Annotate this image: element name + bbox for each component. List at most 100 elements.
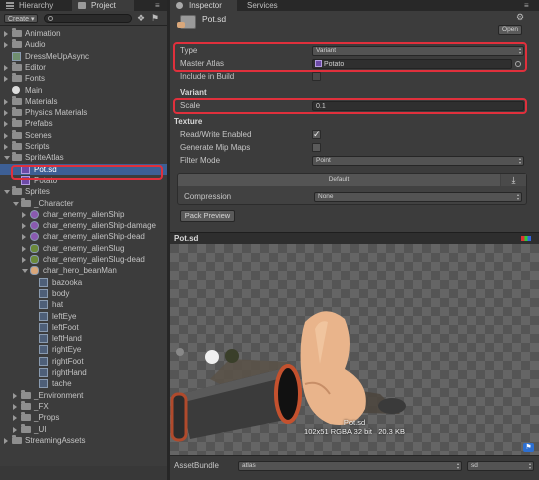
project-tree-item[interactable]: _Character	[0, 197, 167, 209]
project-tree-item[interactable]: _UI	[0, 423, 167, 435]
sprite-icon	[39, 277, 48, 287]
tree-item-label: SpriteAtlas	[25, 153, 64, 163]
project-tree-item[interactable]: _Props	[0, 412, 167, 423]
folder-icon	[12, 39, 22, 49]
tab-hierarchy-label: Hierarchy	[19, 1, 54, 10]
collapse-right-arrow-icon[interactable]	[22, 245, 26, 252]
project-tree-item[interactable]: leftEye	[0, 311, 167, 322]
project-tree-item[interactable]: Main	[0, 85, 167, 96]
project-tree-item[interactable]: hat	[0, 299, 167, 310]
collapse-right-arrow-icon[interactable]	[4, 132, 8, 139]
project-tree-item[interactable]: leftHand	[0, 333, 167, 344]
project-tree-item[interactable]: rightHand	[0, 367, 167, 378]
collapse-right-arrow-icon[interactable]	[4, 98, 8, 105]
project-tree-item[interactable]: _FX	[0, 400, 167, 412]
project-tree-item[interactable]: StreamingAssets	[0, 434, 167, 446]
collapse-right-arrow-icon[interactable]	[4, 144, 8, 150]
include-in-build-checkbox[interactable]	[312, 72, 321, 81]
project-tree-item[interactable]: body	[0, 288, 167, 299]
platform-tab-default[interactable]: Default	[178, 174, 500, 186]
project-tree-item[interactable]: char_enemy_alienShip	[0, 209, 167, 220]
project-tree-item[interactable]: char_enemy_alienShip-damage	[0, 220, 167, 231]
project-tree-item[interactable]: Materials	[0, 95, 167, 107]
tree-item-label: char_enemy_alienSlug-dead	[43, 255, 145, 264]
tree-item-label: leftHand	[52, 334, 82, 344]
asset-bundle-dropdown[interactable]: atlas	[238, 461, 462, 471]
collapse-right-arrow-icon[interactable]	[22, 211, 26, 218]
collapse-right-arrow-icon[interactable]	[13, 403, 17, 410]
collapse-right-arrow-icon[interactable]	[13, 426, 17, 433]
project-search-input[interactable]	[44, 14, 132, 23]
tree-item-label: Main	[25, 85, 43, 95]
tree-item-label: Prefabs	[25, 119, 53, 129]
compression-dropdown[interactable]: None	[314, 192, 522, 202]
project-tree-item[interactable]: Scripts	[0, 141, 167, 152]
collapse-right-arrow-icon[interactable]	[22, 234, 26, 241]
project-tree-item[interactable]: Editor	[0, 61, 167, 73]
project-tree-item[interactable]: char_enemy_alienSlug-dead	[0, 254, 167, 265]
project-tree-item[interactable]: Animation	[0, 28, 167, 39]
tree-item-label: char_hero_beanMan	[43, 266, 117, 276]
tree-item-label: Fonts	[25, 74, 46, 84]
expand-down-arrow-icon[interactable]	[4, 190, 10, 195]
tree-item-label: _UI	[34, 424, 47, 434]
collapse-right-arrow-icon[interactable]	[13, 415, 17, 422]
pack-preview-button[interactable]: Pack Preview	[180, 210, 235, 222]
collapse-right-arrow-icon[interactable]	[4, 76, 8, 83]
collapse-right-arrow-icon[interactable]	[4, 31, 8, 37]
asset-bundle-variant-dropdown[interactable]: sd	[467, 461, 534, 471]
filter-by-type-icon[interactable]: ❖	[137, 13, 147, 23]
project-tree-item[interactable]: Physics Materials	[0, 107, 167, 118]
expand-down-arrow-icon[interactable]	[22, 269, 28, 274]
collapse-right-arrow-icon[interactable]	[4, 64, 8, 71]
tab-hierarchy[interactable]: Hierarchy	[0, 0, 72, 11]
collapse-right-arrow-icon[interactable]	[4, 110, 8, 117]
project-tree-item[interactable]: Scenes	[0, 129, 167, 141]
collapse-right-arrow-icon[interactable]	[13, 392, 17, 399]
create-dropdown[interactable]: Create ▾	[4, 14, 39, 23]
open-button[interactable]: Open	[498, 25, 522, 35]
settings-gear-icon[interactable]: ⚙	[516, 13, 524, 22]
tab-inspector[interactable]: Inspector	[170, 0, 237, 11]
project-tree-item[interactable]: bazooka	[0, 277, 167, 288]
collapse-right-arrow-icon[interactable]	[4, 437, 8, 444]
left-tab-menu-icon[interactable]: ≡	[155, 1, 160, 10]
project-tree-item[interactable]: rightFoot	[0, 356, 167, 367]
filter-by-label-icon[interactable]: ⚑	[151, 13, 161, 23]
expand-down-arrow-icon[interactable]	[13, 201, 19, 206]
tab-services[interactable]: Services	[237, 0, 287, 11]
project-tree-item[interactable]: char_enemy_alienSlug	[0, 243, 167, 254]
filter-mode-dropdown[interactable]: Point	[312, 156, 524, 166]
right-tab-menu-icon[interactable]: ≡	[524, 1, 529, 10]
project-tree-item[interactable]: tache	[0, 378, 167, 389]
expand-down-arrow-icon[interactable]	[4, 156, 10, 161]
platform-download-icon[interactable]: ⤓	[501, 174, 526, 186]
alien-ship-sprite-icon	[30, 232, 39, 242]
folder-icon	[12, 141, 22, 150]
collapse-right-arrow-icon[interactable]	[22, 223, 26, 230]
project-tree-item[interactable]: char_hero_beanMan	[0, 265, 167, 276]
tree-item-label: _Environment	[34, 390, 84, 400]
tree-item-label: tache	[52, 379, 72, 389]
project-tree-item[interactable]: rightEye	[0, 344, 167, 355]
project-tree-item[interactable]: Prefabs	[0, 118, 167, 129]
collapse-right-arrow-icon[interactable]	[4, 121, 8, 128]
project-tree-item[interactable]: char_enemy_alienShip-dead	[0, 231, 167, 242]
project-tree-item[interactable]: DressMeUpAsync	[0, 51, 167, 62]
compression-label: Compression	[184, 192, 232, 201]
project-tree-item[interactable]: Audio	[0, 39, 167, 50]
read-write-checkbox[interactable]: ✓	[312, 129, 321, 139]
project-tree-item[interactable]: leftFoot	[0, 322, 167, 333]
tab-project[interactable]: Project	[72, 0, 134, 11]
label-tag-icon[interactable]: ⚑	[523, 443, 534, 452]
search-icon	[48, 16, 53, 21]
collapse-right-arrow-icon[interactable]	[4, 42, 8, 49]
unity-scene-icon	[12, 85, 20, 94]
project-tree-item[interactable]: _Environment	[0, 389, 167, 401]
project-tree-item[interactable]: Fonts	[0, 73, 167, 84]
project-tree-item[interactable]: Sprites	[0, 186, 167, 197]
mipmaps-checkbox[interactable]	[312, 143, 321, 152]
color-channel-icon[interactable]	[521, 236, 531, 241]
collapse-right-arrow-icon[interactable]	[22, 257, 26, 263]
project-tree-item[interactable]: SpriteAtlas	[0, 152, 167, 163]
